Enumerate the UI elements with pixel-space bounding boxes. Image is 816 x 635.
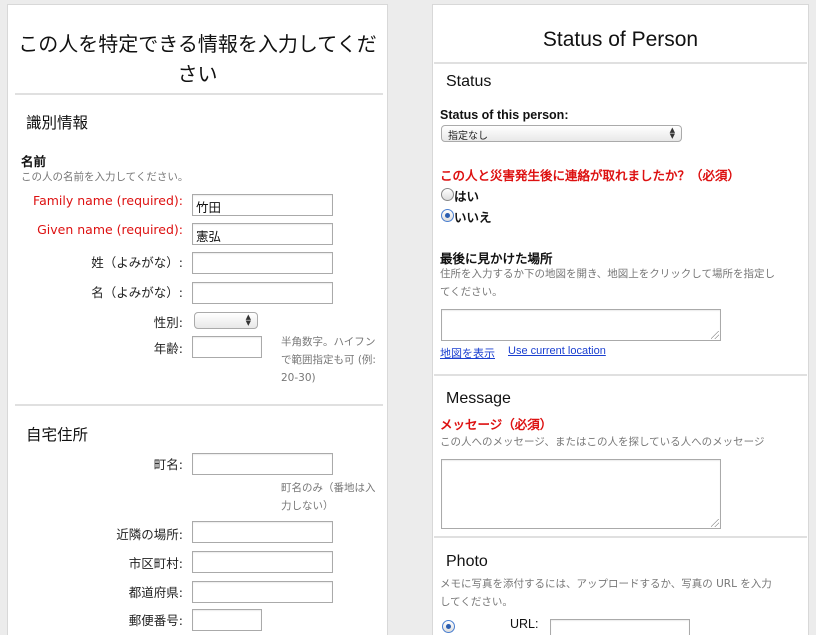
family-kana-label: 姓（よみがな）:: [91, 255, 183, 270]
divider: [434, 536, 807, 538]
age-help: 半角数字。ハイフンで範囲指定も可 (例: 20-30): [281, 336, 376, 384]
age-input[interactable]: [192, 336, 262, 358]
use-current-location-link[interactable]: Use current location: [508, 345, 606, 357]
given-name-label: Given name (required):: [37, 222, 183, 237]
contact-yes-label[interactable]: はい: [454, 186, 479, 205]
message-textarea[interactable]: [441, 459, 721, 529]
neighborhood-label: 近隣の場所:: [116, 527, 183, 542]
photo-help: メモに写真を添付するには、アップロードするか、写真の URL を入力してください…: [440, 578, 772, 608]
panel-title: この人を特定できる情報を入力してください: [18, 32, 377, 86]
photo-url-input[interactable]: [550, 619, 690, 635]
divider: [434, 62, 807, 64]
age-label: 年齢:: [153, 341, 183, 356]
select-arrows-icon: ▲ ▼: [669, 126, 675, 140]
street-input[interactable]: [192, 453, 333, 475]
contact-question: この人と災害発生後に連絡が取れましたか？（必須）: [440, 168, 741, 183]
family-kana-input[interactable]: [192, 252, 333, 274]
family-name-input[interactable]: 竹田: [192, 194, 333, 216]
given-name-input[interactable]: 憲弘: [192, 223, 333, 245]
status-select[interactable]: 指定なし ▲ ▼: [441, 125, 682, 142]
message-heading: Message: [446, 390, 511, 407]
last-seen-textarea[interactable]: [441, 309, 721, 341]
identify-person-panel: この人を特定できる情報を入力してください 識別情報 名前 この人の名前を入力して…: [7, 4, 388, 635]
family-name-label: Family name (required):: [33, 193, 183, 208]
status-label: Status of this person:: [440, 108, 569, 122]
panel-title: Status of Person: [542, 28, 699, 51]
contact-yes-radio[interactable]: [441, 188, 454, 201]
last-seen-help: 住所を入力するか下の地図を開き、地図上をクリックして場所を指定してください。: [440, 268, 775, 298]
status-heading: Status: [446, 73, 492, 90]
resize-grip-icon[interactable]: [711, 519, 719, 527]
postal-input[interactable]: [192, 609, 262, 631]
status-panel: Status of Person Status Status of this p…: [432, 4, 809, 635]
resize-grip-icon[interactable]: [711, 331, 719, 339]
sex-label: 性別:: [153, 315, 183, 330]
divider: [15, 93, 383, 95]
prefecture-label: 都道府県:: [128, 585, 183, 600]
name-help: この人の名前を入力してください。: [21, 171, 189, 183]
photo-url-label: URL:: [510, 617, 539, 631]
status-select-value: 指定なし: [448, 131, 488, 142]
given-kana-input[interactable]: [192, 282, 333, 304]
prefecture-input[interactable]: [192, 581, 333, 603]
street-help: 町名のみ（番地は入力しない）: [281, 482, 376, 512]
show-map-link[interactable]: 地図を表示: [440, 345, 495, 361]
postal-label: 郵便番号:: [128, 613, 183, 628]
contact-no-label[interactable]: いいえ: [454, 207, 492, 226]
street-label: 町名:: [153, 457, 183, 472]
address-heading: 自宅住所: [26, 426, 89, 444]
sex-select[interactable]: ▲ ▼: [194, 312, 258, 329]
select-arrows-icon: ▲ ▼: [245, 313, 251, 327]
message-label: メッセージ（必須）: [440, 417, 553, 432]
identification-heading: 識別情報: [26, 114, 89, 132]
contact-no-radio[interactable]: [441, 209, 454, 222]
neighborhood-input[interactable]: [192, 521, 333, 543]
city-input[interactable]: [192, 551, 333, 573]
divider: [434, 374, 807, 376]
city-label: 市区町村:: [128, 556, 183, 571]
divider: [15, 404, 383, 406]
message-help: この人へのメッセージ、またはこの人を探している人へのメッセージ: [440, 436, 765, 448]
given-kana-label: 名（よみがな）:: [91, 285, 183, 300]
photo-url-radio[interactable]: [442, 620, 455, 633]
photo-heading: Photo: [446, 553, 488, 570]
